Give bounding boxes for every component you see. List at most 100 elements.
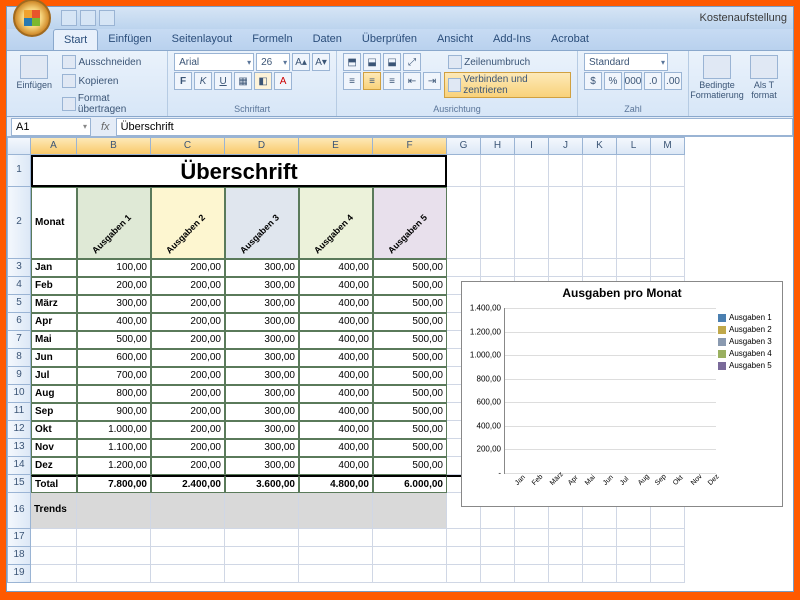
cell-trends[interactable] (77, 493, 151, 529)
cell-data[interactable]: 400,00 (299, 313, 373, 331)
row-header-13[interactable]: 13 (7, 439, 31, 457)
cell-data[interactable]: 200,00 (77, 277, 151, 295)
cell-month[interactable]: Sep (31, 403, 77, 421)
row-header-1[interactable]: 1 (7, 155, 31, 187)
row-header-11[interactable]: 11 (7, 403, 31, 421)
align-center-button[interactable]: ≡ (363, 72, 381, 90)
cut-button[interactable]: Ausschneiden (58, 53, 161, 71)
tab-daten[interactable]: Daten (303, 29, 352, 50)
row-header-17[interactable]: 17 (7, 529, 31, 547)
cell-data[interactable]: 200,00 (151, 313, 225, 331)
cell-data[interactable]: 200,00 (151, 439, 225, 457)
header-ausgaben-2[interactable]: Ausgaben 2 (151, 187, 225, 259)
cell-data[interactable]: 500,00 (373, 313, 447, 331)
undo-icon[interactable] (80, 10, 96, 26)
align-left-button[interactable]: ≡ (343, 72, 361, 90)
cell-data[interactable]: 400,00 (299, 385, 373, 403)
row-header-6[interactable]: 6 (7, 313, 31, 331)
row-header-16[interactable]: 16 (7, 493, 31, 529)
cell-data[interactable]: 300,00 (225, 439, 299, 457)
save-icon[interactable] (61, 10, 77, 26)
bold-button[interactable]: F (174, 72, 192, 90)
row-header-18[interactable]: 18 (7, 547, 31, 565)
currency-button[interactable]: $ (584, 72, 602, 90)
cell-data[interactable]: 200,00 (151, 367, 225, 385)
merge-center-button[interactable]: Verbinden und zentrieren (444, 72, 571, 98)
cell-data[interactable]: 400,00 (299, 403, 373, 421)
cell-data[interactable]: 500,00 (373, 349, 447, 367)
tab-einfügen[interactable]: Einfügen (98, 29, 161, 50)
cell-data[interactable]: 500,00 (77, 331, 151, 349)
col-header-E[interactable]: E (299, 137, 373, 155)
cell-trends[interactable] (299, 493, 373, 529)
chart-ausgaben[interactable]: Ausgaben pro Monat -200,00400,00600,0080… (461, 281, 783, 507)
cell-month[interactable]: Aug (31, 385, 77, 403)
percent-button[interactable]: % (604, 72, 622, 90)
shrink-font-button[interactable]: A▾ (312, 53, 330, 71)
row-header-9[interactable]: 9 (7, 367, 31, 385)
indent-inc-button[interactable]: ⇥ (423, 72, 441, 90)
tab-seitenlayout[interactable]: Seitenlayout (162, 29, 243, 50)
cell-data[interactable]: 200,00 (151, 259, 225, 277)
row-header-12[interactable]: 12 (7, 421, 31, 439)
office-button[interactable] (13, 0, 51, 37)
cell-total[interactable]: 7.800,00 (77, 475, 151, 493)
row-header-10[interactable]: 10 (7, 385, 31, 403)
cell-month[interactable]: Jan (31, 259, 77, 277)
cell-month[interactable]: Okt (31, 421, 77, 439)
conditional-formatting-button[interactable]: Bedingte Formatierung (695, 53, 739, 103)
select-all-cell[interactable] (7, 137, 31, 155)
cell-data[interactable]: 300,00 (225, 367, 299, 385)
cell-data[interactable]: 300,00 (225, 295, 299, 313)
header-monat[interactable]: Monat (31, 187, 77, 259)
format-as-table-button[interactable]: Als T format (742, 53, 786, 103)
cell-data[interactable]: 200,00 (151, 403, 225, 421)
cell-data[interactable]: 300,00 (225, 331, 299, 349)
formula-input[interactable]: Überschrift (116, 118, 793, 136)
cell-data[interactable]: 400,00 (299, 295, 373, 313)
col-header-D[interactable]: D (225, 137, 299, 155)
cell-month[interactable]: Jul (31, 367, 77, 385)
name-box[interactable]: A1 (11, 118, 91, 136)
cell-data[interactable]: 400,00 (299, 421, 373, 439)
cell-month[interactable]: Nov (31, 439, 77, 457)
cell-total[interactable]: 4.800,00 (299, 475, 373, 493)
header-ausgaben-4[interactable]: Ausgaben 4 (299, 187, 373, 259)
row-header-2[interactable]: 2 (7, 187, 31, 259)
cell-data[interactable]: 200,00 (151, 349, 225, 367)
cell-data[interactable]: 200,00 (151, 421, 225, 439)
row-header-19[interactable]: 19 (7, 565, 31, 583)
col-header-H[interactable]: H (481, 137, 515, 155)
header-ausgaben-3[interactable]: Ausgaben 3 (225, 187, 299, 259)
cell-data[interactable]: 1.200,00 (77, 457, 151, 475)
cell-trends-label[interactable]: Trends (31, 493, 77, 529)
dec-decimal-button[interactable]: .00 (664, 72, 682, 90)
cell-data[interactable]: 500,00 (373, 295, 447, 313)
align-right-button[interactable]: ≡ (383, 72, 401, 90)
wrap-text-button[interactable]: Zeilenumbruch (444, 53, 571, 71)
italic-button[interactable]: K (194, 72, 212, 90)
title-cell[interactable]: Überschrift (31, 155, 447, 187)
indent-dec-button[interactable]: ⇤ (403, 72, 421, 90)
worksheet[interactable]: ABCDEFGHIJKLM1Überschrift2MonatAusgaben … (7, 137, 793, 591)
tab-überprüfen[interactable]: Überprüfen (352, 29, 427, 50)
row-header-14[interactable]: 14 (7, 457, 31, 475)
cell-data[interactable]: 400,00 (299, 439, 373, 457)
cell-data[interactable]: 400,00 (299, 259, 373, 277)
col-header-M[interactable]: M (651, 137, 685, 155)
cell-data[interactable]: 800,00 (77, 385, 151, 403)
cell-data[interactable]: 300,00 (225, 349, 299, 367)
border-button[interactable]: ▦ (234, 72, 252, 90)
col-header-F[interactable]: F (373, 137, 447, 155)
cell-data[interactable]: 900,00 (77, 403, 151, 421)
copy-button[interactable]: Kopieren (58, 72, 161, 90)
align-middle-button[interactable]: ⬓ (363, 53, 381, 71)
cell-data[interactable]: 200,00 (151, 331, 225, 349)
col-header-J[interactable]: J (549, 137, 583, 155)
tab-acrobat[interactable]: Acrobat (541, 29, 599, 50)
col-header-A[interactable]: A (31, 137, 77, 155)
header-ausgaben-5[interactable]: Ausgaben 5 (373, 187, 447, 259)
cell-data[interactable]: 500,00 (373, 421, 447, 439)
cell-data[interactable]: 400,00 (299, 367, 373, 385)
cell-data[interactable]: 400,00 (299, 349, 373, 367)
